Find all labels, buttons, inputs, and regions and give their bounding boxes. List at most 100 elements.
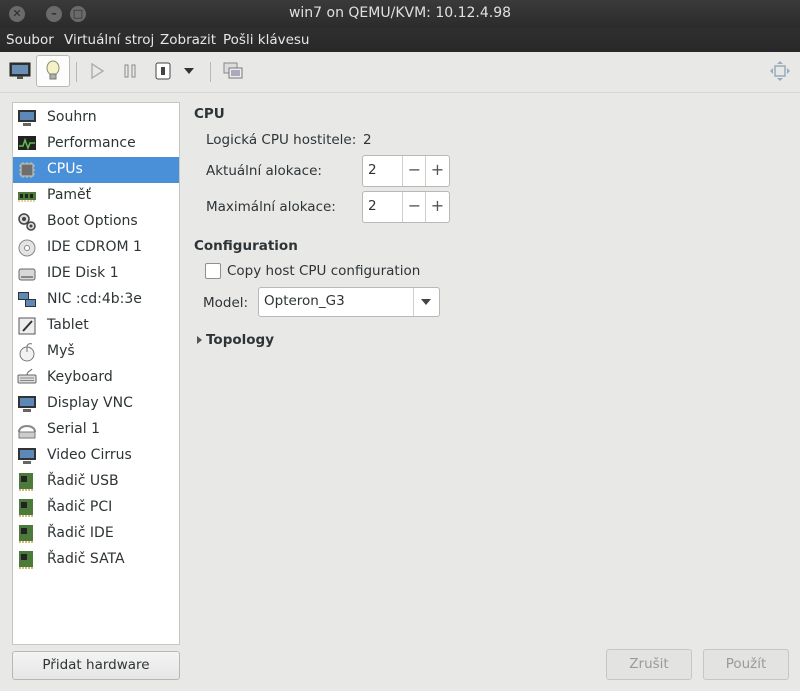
lightbulb-icon — [46, 60, 60, 80]
fullscreen-icon — [770, 61, 790, 81]
sidebar-item-label: Paměť — [47, 187, 92, 203]
expander-arrow-icon[interactable] — [196, 335, 204, 345]
play-icon — [91, 62, 105, 80]
model-select[interactable]: Opteron_G3 — [258, 287, 440, 317]
run-button[interactable] — [82, 56, 112, 86]
apply-button[interactable]: Použít — [703, 649, 789, 680]
sidebar-item-nic[interactable]: NIC :cd:4b:3e — [13, 287, 179, 313]
add-hardware-button[interactable]: Přidat hardware — [12, 651, 180, 680]
sidebar-item-display-vnc[interactable]: Display VNC — [13, 391, 179, 417]
pause-icon — [124, 64, 136, 78]
disk-icon — [18, 268, 36, 281]
pause-button[interactable] — [115, 56, 145, 86]
console-view-button[interactable] — [5, 56, 35, 86]
sidebar-item-pamet[interactable]: Paměť — [13, 183, 179, 209]
max-allocation-value[interactable]: 2 — [368, 198, 377, 214]
title-bar: ✕ – □ win7 on QEMU/KVM: 10.12.4.98 — [0, 0, 800, 28]
sidebar-item-ide-cdrom[interactable]: IDE CDROM 1 — [13, 235, 179, 261]
host-cpu-value: 2 — [363, 132, 372, 148]
sidebar-item-ide-disk[interactable]: IDE Disk 1 — [13, 261, 179, 287]
monitor-icon — [18, 110, 36, 126]
model-label: Model: — [203, 295, 249, 311]
video-icon — [18, 448, 36, 464]
controller-icon — [19, 473, 33, 491]
increment-button[interactable]: + — [425, 192, 449, 222]
topology-expander[interactable]: Topology — [206, 332, 274, 348]
increment-button[interactable]: + — [425, 156, 449, 186]
mouse-icon — [19, 343, 35, 362]
current-allocation-value[interactable]: 2 — [368, 162, 377, 178]
decrement-button[interactable]: − — [402, 156, 426, 186]
sidebar-item-souhrn[interactable]: Souhrn — [13, 105, 179, 131]
sidebar-item-performance[interactable]: Performance — [13, 131, 179, 157]
performance-icon — [18, 136, 36, 151]
cancel-button[interactable]: Zrušit — [606, 649, 692, 680]
sidebar-item-label: IDE CDROM 1 — [47, 239, 142, 255]
sidebar-item-label: Myš — [47, 343, 75, 359]
sidebar-item-boot-options[interactable]: Boot Options — [13, 209, 179, 235]
sidebar-item-label: IDE Disk 1 — [47, 265, 119, 281]
snapshots-button[interactable] — [218, 56, 248, 86]
sidebar-item-label: Řadič PCI — [47, 499, 113, 515]
sidebar-item-label: Řadič IDE — [47, 525, 114, 541]
serial-icon — [18, 425, 36, 439]
monitor-icon — [9, 62, 31, 79]
fullscreen-button[interactable] — [765, 56, 795, 86]
menu-posli-klavesu[interactable]: Pošli klávesu — [223, 32, 309, 48]
cpu-icon — [19, 162, 35, 178]
cdrom-icon — [18, 239, 36, 257]
sidebar-item-radic-pci[interactable]: Řadič PCI — [13, 495, 179, 521]
copy-host-label[interactable]: Copy host CPU configuration — [227, 263, 420, 279]
sidebar-item-tablet[interactable]: Tablet — [13, 313, 179, 339]
sidebar-item-serial[interactable]: Serial 1 — [13, 417, 179, 443]
sidebar-item-video-cirrus[interactable]: Video Cirrus — [13, 443, 179, 469]
current-allocation-stepper[interactable]: 2 − + — [362, 155, 450, 187]
sidebar-item-label: Souhrn — [47, 109, 97, 125]
sidebar-item-label: Performance — [47, 135, 136, 151]
hardware-list: Souhrn Performance CPUs Paměť Boot Optio… — [12, 102, 180, 645]
sidebar-item-label: Display VNC — [47, 395, 133, 411]
power-icon — [155, 62, 171, 80]
controller-icon — [19, 499, 33, 517]
shutdown-menu-button[interactable] — [177, 56, 201, 86]
boot-gears-icon — [18, 213, 36, 231]
host-cpu-label: Logická CPU hostitele: — [206, 132, 357, 148]
sidebar-item-label: Serial 1 — [47, 421, 100, 437]
chevron-down-icon[interactable] — [413, 288, 439, 316]
model-select-value: Opteron_G3 — [264, 293, 345, 309]
sidebar-item-label: Boot Options — [47, 213, 138, 229]
sidebar-item-radic-usb[interactable]: Řadič USB — [13, 469, 179, 495]
sidebar-item-cpus[interactable]: CPUs — [13, 157, 179, 183]
shutdown-button[interactable] — [148, 56, 178, 86]
details-view-button[interactable] — [36, 55, 70, 87]
max-allocation-label: Maximální alokace: — [206, 199, 336, 215]
menu-bar: Soubor Virtuální stroj Zobrazit Pošli kl… — [0, 28, 800, 52]
toolbar-separator — [76, 62, 77, 82]
toolbar — [0, 52, 800, 93]
sidebar-item-keyboard[interactable]: Keyboard — [13, 365, 179, 391]
decrement-button[interactable]: − — [402, 192, 426, 222]
display-icon — [18, 396, 36, 412]
network-icon — [18, 292, 36, 307]
menu-soubor[interactable]: Soubor — [6, 32, 54, 48]
sidebar-item-label: CPUs — [47, 161, 83, 177]
window-title: win7 on QEMU/KVM: 10.12.4.98 — [288, 5, 512, 21]
sidebar-item-label: Řadič SATA — [47, 551, 125, 567]
cpu-section-heading: CPU — [194, 106, 225, 122]
configuration-heading: Configuration — [194, 238, 298, 254]
sidebar-item-label: Video Cirrus — [47, 447, 132, 463]
menu-virtualni-stroj[interactable]: Virtuální stroj — [64, 32, 154, 48]
max-allocation-stepper[interactable]: 2 − + — [362, 191, 450, 223]
controller-icon — [19, 551, 33, 569]
keyboard-icon — [17, 368, 37, 384]
toolbar-separator — [210, 62, 211, 82]
menu-zobrazit[interactable]: Zobrazit — [160, 32, 216, 48]
sidebar-item-label: Tablet — [47, 317, 89, 333]
snapshot-icon — [223, 62, 243, 79]
copy-host-checkbox[interactable] — [205, 263, 221, 279]
sidebar-item-radic-ide[interactable]: Řadič IDE — [13, 521, 179, 547]
sidebar-item-radic-sata[interactable]: Řadič SATA — [13, 547, 179, 573]
tablet-icon — [18, 317, 36, 335]
sidebar-item-mys[interactable]: Myš — [13, 339, 179, 365]
memory-icon — [18, 192, 36, 202]
